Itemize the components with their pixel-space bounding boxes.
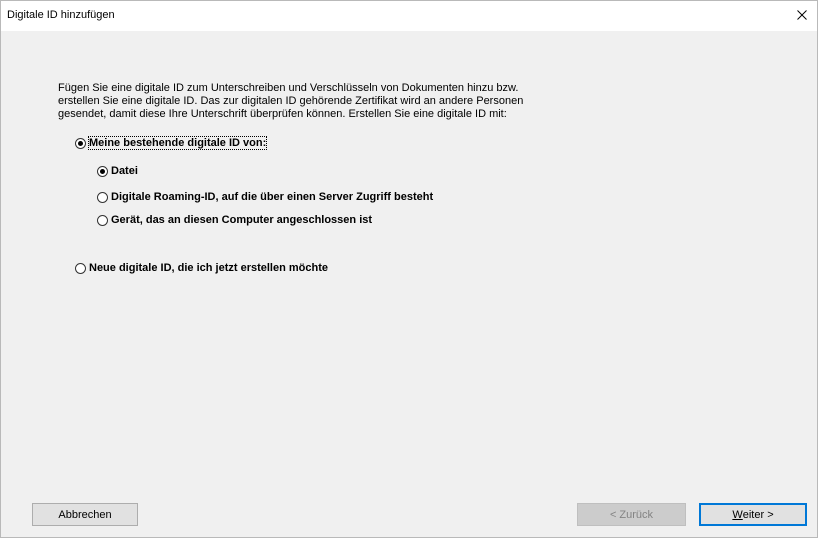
- radio-new-id[interactable]: Neue digitale ID, die ich jetzt erstelle…: [75, 262, 328, 274]
- radio-button[interactable]: [75, 262, 86, 274]
- radio-existing-id-label: Meine bestehende digitale ID von:: [87, 136, 268, 150]
- radio-button[interactable]: [97, 214, 108, 226]
- title-bar: Digitale ID hinzufügen: [1, 1, 817, 31]
- dialog-content: Fügen Sie eine digitale ID zum Unterschr…: [1, 31, 817, 537]
- radio-existing-id[interactable]: Meine bestehende digitale ID von:: [75, 136, 268, 150]
- radio-device[interactable]: Gerät, das an diesen Computer angeschlos…: [97, 214, 372, 226]
- next-button-accelerator: W: [732, 508, 743, 521]
- radio-button[interactable]: [97, 191, 108, 203]
- add-digital-id-dialog: Digitale ID hinzufügen Fügen Sie eine di…: [0, 0, 818, 538]
- radio-file-label: Datei: [111, 165, 138, 177]
- description-line: Fügen Sie eine digitale ID zum Unterschr…: [58, 82, 519, 94]
- radio-device-label: Gerät, das an diesen Computer angeschlos…: [111, 214, 373, 226]
- radio-new-id-label: Neue digitale ID, die ich jetzt erstelle…: [89, 262, 329, 274]
- radio-button-checked[interactable]: [75, 137, 86, 149]
- cancel-button[interactable]: Abbrechen: [32, 503, 138, 526]
- back-button[interactable]: < Zurück: [577, 503, 686, 526]
- close-icon: [797, 7, 807, 25]
- radio-button-checked[interactable]: [97, 165, 108, 177]
- next-button[interactable]: Weiter >: [699, 503, 807, 526]
- radio-roaming-id[interactable]: Digitale Roaming-ID, auf die über einen …: [97, 191, 433, 203]
- description-line: erstellen Sie eine digitale ID. Das zur …: [58, 95, 524, 107]
- radio-roaming-id-label: Digitale Roaming-ID, auf die über einen …: [111, 191, 434, 203]
- radio-file[interactable]: Datei: [97, 165, 138, 177]
- next-button-label: eiter >: [742, 508, 774, 521]
- description-text: Fügen Sie eine digitale ID zum Unterschr…: [58, 82, 578, 121]
- close-button[interactable]: [787, 1, 817, 31]
- window-title: Digitale ID hinzufügen: [7, 9, 115, 21]
- description-line: gesendet, damit diese Ihre Unterschrift …: [58, 108, 507, 120]
